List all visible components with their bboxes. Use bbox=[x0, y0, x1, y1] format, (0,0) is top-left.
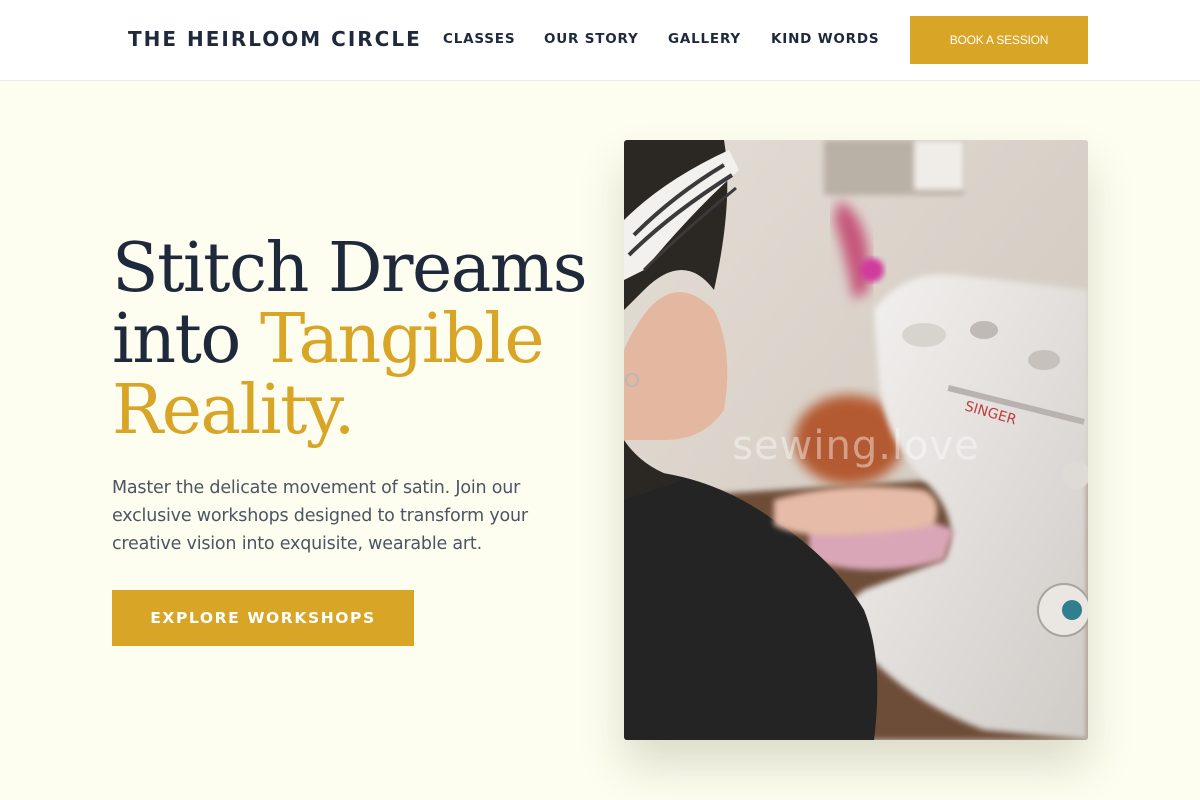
site-header: THE HEIRLOOM CIRCLE CLASSES OUR STORY GA… bbox=[0, 0, 1200, 81]
headline-line-1: Stitch Dreams bbox=[112, 229, 588, 308]
brand-logo[interactable]: THE HEIRLOOM CIRCLE bbox=[128, 27, 422, 51]
nav-link-classes[interactable]: CLASSES bbox=[443, 31, 515, 47]
hero-description: Master the delicate movement of satin. J… bbox=[112, 478, 528, 554]
nav-link-our-story[interactable]: OUR STORY bbox=[544, 31, 639, 47]
explore-workshops-button[interactable]: EXPLORE WORKSHOPS bbox=[112, 590, 414, 646]
hero-headline: Stitch Dreams into Tangible Reality. bbox=[112, 233, 612, 446]
nav-link-kind-words[interactable]: KIND WORDS bbox=[771, 31, 879, 47]
nav-link-gallery[interactable]: GALLERY bbox=[668, 31, 741, 47]
hero-photo-sewing: SINGER sewing.love bbox=[624, 140, 1088, 740]
headline-line-2: into bbox=[112, 300, 241, 379]
book-session-button[interactable]: BOOK A SESSION bbox=[910, 16, 1088, 64]
sewing-photo-illustration: SINGER bbox=[624, 140, 1088, 740]
